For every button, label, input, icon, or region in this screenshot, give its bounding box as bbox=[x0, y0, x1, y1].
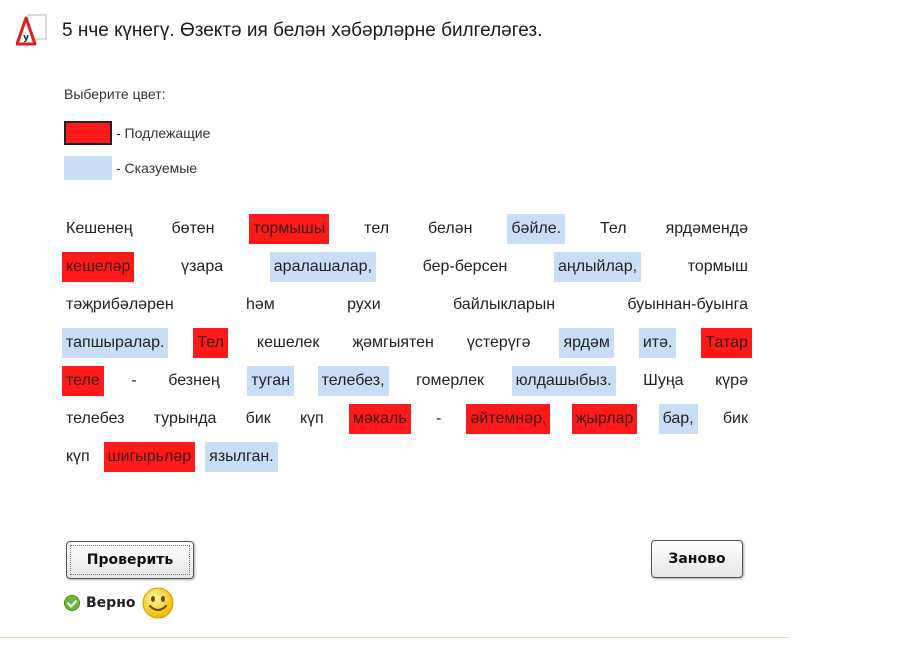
text-word[interactable]: күп bbox=[62, 442, 94, 472]
text-line: телебез турында бик күп мәкаль - әйтемнәр, җырл… bbox=[62, 404, 752, 442]
legend-subjects: - Подлежащие bbox=[64, 121, 210, 145]
subject-word[interactable]: кешеләр bbox=[62, 252, 135, 282]
text-word[interactable]: буыннан-буынга bbox=[623, 290, 752, 320]
exercise-text: Кешенең бөтен тормышы тел белән бәйле. Тел ярдә… bbox=[62, 214, 752, 480]
text-line: теле - безнең туган телебез, гомерлек юлдашыбы… bbox=[62, 366, 752, 404]
reset-button[interactable]: Заново bbox=[651, 540, 743, 578]
text-word[interactable]: бик bbox=[719, 404, 752, 434]
predicate-word[interactable]: телебез, bbox=[317, 366, 389, 396]
text-word[interactable]: бик bbox=[242, 404, 275, 434]
predicate-word[interactable]: язылган. bbox=[205, 442, 278, 472]
page-title: 5 нче күнегү. Өзектә ия белән хәбәрләрне… bbox=[62, 20, 543, 41]
predicate-word[interactable]: бар, bbox=[658, 404, 698, 434]
predicate-word[interactable]: аңлыйлар, bbox=[553, 252, 642, 282]
subject-word[interactable]: теле bbox=[62, 366, 104, 396]
subject-word[interactable]: шигырьләр bbox=[103, 442, 196, 472]
text-line: тәҗрибәләрен һәм рухи байлыкларын буыннан-бу… bbox=[62, 290, 752, 328]
legend-label-subjects: - Подлежащие bbox=[116, 125, 211, 141]
legend-label-predicates: - Сказуемые bbox=[116, 160, 198, 176]
svg-text:у: у bbox=[23, 33, 29, 43]
text-word[interactable]: турында bbox=[150, 404, 221, 434]
subject-color-swatch[interactable] bbox=[64, 121, 112, 145]
text-word[interactable]: телебез bbox=[62, 404, 128, 434]
text-word[interactable]: үзара bbox=[177, 252, 227, 282]
subject-word[interactable]: тормышы bbox=[249, 214, 330, 244]
predicate-word[interactable]: юлдашыбыз. bbox=[511, 366, 616, 396]
task-header: у 5 нче күнегү. Өзектә ия белән хәбәрләр… bbox=[15, 14, 543, 48]
predicate-word[interactable]: бәйле. bbox=[507, 214, 566, 244]
text-word[interactable]: үстерүгә bbox=[463, 328, 535, 358]
text-word[interactable]: безнең bbox=[164, 366, 223, 396]
text-word[interactable]: тел bbox=[360, 214, 393, 244]
subject-word[interactable]: җырлар bbox=[571, 404, 638, 434]
text-line: тапшыралар. Тел кешелек җәмгыятен үстерүгә яр… bbox=[62, 328, 752, 366]
text-word[interactable]: һәм bbox=[242, 290, 279, 320]
text-word[interactable]: белән bbox=[424, 214, 476, 244]
text-line: Кешенең бөтен тормышы тел белән бәйле. Тел ярдә… bbox=[62, 214, 752, 252]
text-word[interactable]: күп bbox=[296, 404, 328, 434]
predicate-word[interactable]: итә. bbox=[638, 328, 677, 358]
text-word[interactable]: бөтен bbox=[168, 214, 219, 244]
color-prompt: Выберите цвет: bbox=[64, 86, 166, 102]
smiley-face-icon bbox=[141, 586, 175, 620]
result-label: Верно bbox=[86, 595, 136, 611]
check-button-label: Проверить bbox=[70, 545, 190, 575]
text-word[interactable]: күрә bbox=[711, 366, 752, 396]
subject-word[interactable]: Тел bbox=[193, 328, 228, 358]
text-word[interactable]: ярдәмендә bbox=[662, 214, 752, 244]
text-word[interactable]: - bbox=[127, 366, 140, 396]
check-button[interactable]: Проверить bbox=[66, 541, 194, 579]
predicate-color-swatch[interactable] bbox=[64, 156, 112, 180]
text-word[interactable]: Тел bbox=[596, 214, 631, 244]
text-word[interactable]: гомерлек bbox=[412, 366, 488, 396]
text-word[interactable]: җәмгыятен bbox=[348, 328, 437, 358]
text-word[interactable]: Кешенең bbox=[62, 214, 137, 244]
predicate-word[interactable]: ярдәм bbox=[559, 328, 614, 358]
bottom-divider bbox=[0, 637, 788, 638]
text-line: күп шигырьләр язылган. bbox=[62, 442, 752, 480]
predicate-word[interactable]: аралашалар, bbox=[269, 252, 377, 282]
text-word[interactable]: рухи bbox=[343, 290, 385, 320]
text-word[interactable]: бер-берсен bbox=[419, 252, 512, 282]
text-word[interactable]: - bbox=[432, 404, 445, 434]
predicate-word[interactable]: туган bbox=[247, 366, 295, 396]
text-word[interactable]: тормыш bbox=[684, 252, 752, 282]
predicate-word[interactable]: тапшыралар. bbox=[62, 328, 169, 358]
text-word[interactable]: байлыкларын bbox=[449, 290, 559, 320]
subject-word[interactable]: Татар bbox=[701, 328, 752, 358]
legend-predicates: - Сказуемые bbox=[64, 156, 197, 180]
warning-triangle-icon: у bbox=[15, 14, 50, 48]
check-circle-icon bbox=[64, 595, 80, 611]
text-word[interactable]: Шуңа bbox=[639, 366, 687, 396]
subject-word[interactable]: мәкаль bbox=[348, 404, 411, 434]
subject-word[interactable]: әйтемнәр, bbox=[466, 404, 551, 434]
text-line: кешеләр үзара аралашалар, бер-берсен аңлыйла… bbox=[62, 252, 752, 290]
text-word[interactable]: кешелек bbox=[253, 328, 324, 358]
text-word[interactable]: тәҗрибәләрен bbox=[62, 290, 178, 320]
result-status: Верно bbox=[64, 586, 175, 620]
